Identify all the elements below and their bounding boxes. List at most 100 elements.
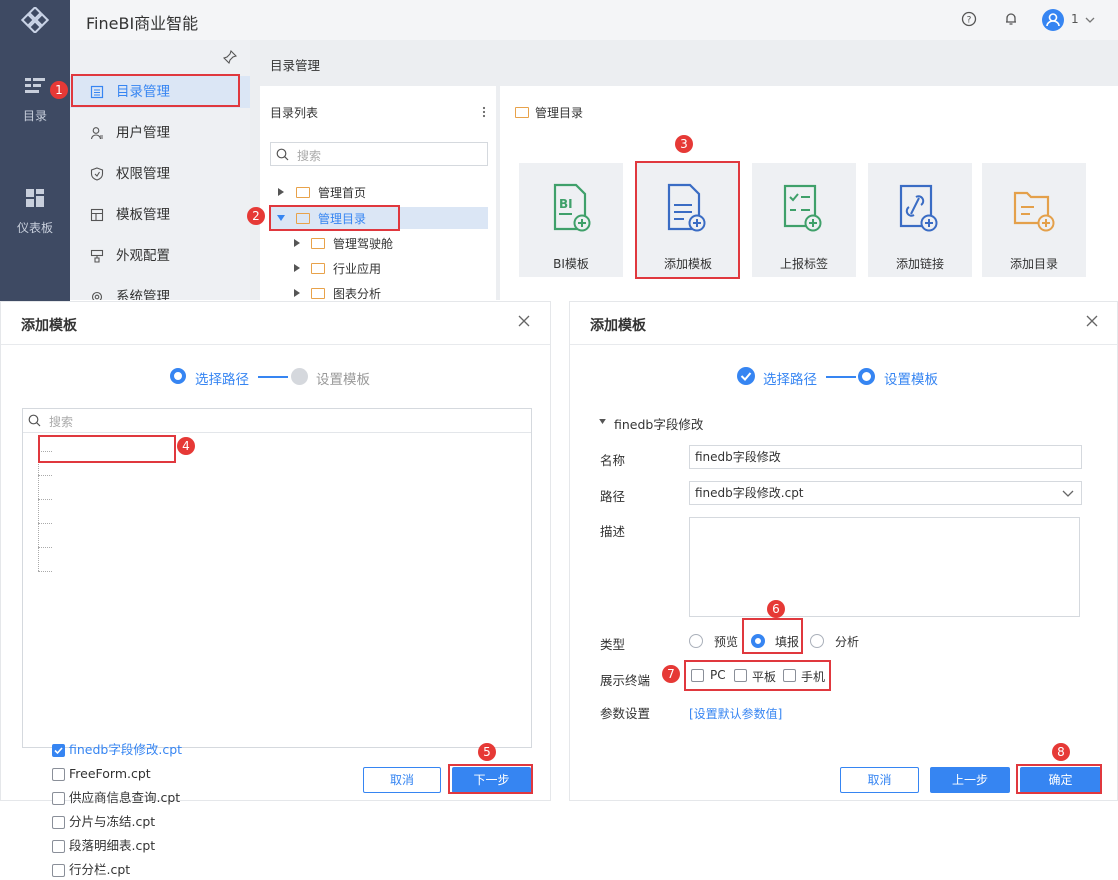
search-placeholder: 搜索 — [49, 415, 74, 429]
param-label: 参数设置 — [600, 706, 651, 721]
path-select[interactable]: finedb字段修改.cpt — [689, 481, 1082, 505]
caret-right-icon — [278, 188, 284, 196]
dialog-title: 添加模板 — [590, 318, 646, 334]
tree-guide — [38, 571, 52, 572]
more-icon[interactable] — [482, 106, 486, 118]
step-label: 设置模板 — [884, 372, 938, 388]
tree-guide — [38, 475, 52, 476]
card-add-folder[interactable]: 添加目录 — [982, 163, 1086, 277]
highlight-box — [684, 660, 831, 691]
caret-down-icon[interactable] — [599, 419, 606, 424]
dialog-title: 添加模板 — [21, 318, 77, 334]
list-title: 目录列表 — [270, 106, 319, 120]
app-title: FineBI商业智能 — [86, 14, 199, 33]
chevron-down-icon[interactable] — [1084, 15, 1096, 25]
default-param-link[interactable]: [设置默认参数值] — [689, 705, 782, 722]
step-badge: 8 — [1052, 743, 1070, 761]
svg-text:BI: BI — [559, 197, 573, 211]
pin-icon[interactable] — [223, 50, 237, 64]
card-report-tag[interactable]: 上报标签 — [752, 163, 856, 277]
checkbox[interactable] — [52, 864, 65, 877]
tree-guide — [38, 499, 52, 500]
folder-icon — [515, 107, 529, 118]
terminal-label: 展示终端 — [600, 673, 651, 688]
name-input[interactable]: finedb字段修改 — [689, 445, 1082, 469]
close-icon[interactable] — [517, 314, 531, 328]
step-done-icon — [737, 367, 755, 385]
tree-label: 行业应用 — [333, 262, 382, 276]
dashboard-icon — [26, 189, 44, 207]
detail-title: 管理目录 — [535, 106, 584, 120]
caret-right-icon — [294, 264, 300, 272]
checkbox[interactable] — [52, 840, 65, 853]
file-name: 行分栏.cpt — [69, 862, 131, 877]
sidebar-item-system[interactable]: 系统管理 — [70, 281, 250, 300]
caret-right-icon — [294, 239, 300, 247]
file-search-input[interactable]: 搜索 — [23, 409, 531, 433]
bi-template-icon: BI — [553, 183, 591, 232]
report-tag-icon — [783, 184, 822, 232]
highlight-box — [1016, 764, 1102, 794]
highlight-box — [71, 74, 240, 107]
type-option-label: 分析 — [835, 635, 860, 649]
bell-icon[interactable] — [1003, 11, 1019, 27]
tree-item-industry[interactable]: 行业应用 — [260, 258, 496, 278]
sidebar-item-label: 用户管理 — [116, 125, 170, 141]
card-label: 添加链接 — [895, 257, 944, 271]
user-manage-icon — [90, 127, 103, 140]
file-name: finedb字段修改.cpt — [69, 742, 183, 757]
sidebar-item-template-manage[interactable]: 模板管理 — [70, 199, 250, 231]
step-badge: 6 — [767, 600, 785, 618]
gear-icon — [91, 291, 103, 300]
checkbox-checked[interactable] — [52, 744, 65, 757]
path-value: finedb字段修改.cpt — [695, 486, 804, 500]
highlight-box — [448, 764, 533, 794]
top-bar: FineBI商业智能 ? 1 — [0, 0, 1118, 40]
sidebar-item-appearance[interactable]: 外观配置 — [70, 240, 250, 272]
search-icon — [276, 148, 289, 161]
description-textarea[interactable] — [689, 517, 1080, 617]
template-icon — [90, 208, 104, 222]
card-add-link[interactable]: 添加链接 — [868, 163, 972, 277]
card-bi-template[interactable]: BI BI模板 — [519, 163, 623, 277]
radio-preview[interactable] — [689, 634, 703, 648]
step-label: 选择路径 — [763, 372, 817, 388]
prev-step-button[interactable]: 上一步 — [930, 767, 1010, 793]
path-label: 路径 — [600, 489, 626, 504]
finebi-logo-icon — [21, 7, 49, 33]
cancel-button[interactable]: 取消 — [840, 767, 919, 793]
rail-label: 目录 — [22, 109, 47, 123]
cancel-button[interactable]: 取消 — [363, 767, 441, 793]
step-connector — [826, 376, 856, 378]
add-template-dialog-step2: 添加模板 选择路径 设置模板 finedb字段修改 名称 finedb字段修改 … — [569, 301, 1118, 801]
checkbox[interactable] — [52, 792, 65, 805]
page-title: 目录管理 — [270, 58, 321, 73]
check-icon — [740, 372, 752, 381]
sidebar-item-user-manage[interactable]: 用户管理 — [70, 117, 250, 149]
help-icon[interactable]: ? — [961, 11, 977, 27]
tree-item-home[interactable]: 管理首页 — [260, 182, 496, 202]
check-icon — [54, 747, 63, 755]
tree-guide — [38, 547, 52, 548]
logo[interactable] — [0, 0, 70, 40]
user-number: 1 — [1071, 12, 1079, 26]
file-name: 分片与冻结.cpt — [69, 814, 156, 829]
sidebar-item-permission[interactable]: 权限管理 — [70, 158, 250, 190]
tree-item-cockpit[interactable]: 管理驾驶舱 — [260, 233, 496, 253]
close-icon[interactable] — [1085, 314, 1099, 328]
step-badge: 2 — [247, 207, 265, 225]
shield-icon — [90, 167, 104, 181]
step-badge: 7 — [662, 665, 680, 683]
tree-item-chart[interactable]: 图表分析 — [260, 283, 496, 300]
catalog-search-input[interactable]: 搜索 — [270, 142, 488, 166]
divider — [1, 344, 550, 345]
divider — [570, 344, 1117, 345]
checkbox[interactable] — [52, 768, 65, 781]
avatar[interactable] — [1042, 9, 1064, 31]
caret-right-icon — [294, 289, 300, 297]
checkbox[interactable] — [52, 816, 65, 829]
highlight-box — [269, 205, 400, 231]
rail-item-dashboard[interactable]: 仪表板 — [0, 188, 70, 236]
radio-analysis[interactable] — [810, 634, 824, 648]
folder-icon — [296, 187, 310, 198]
